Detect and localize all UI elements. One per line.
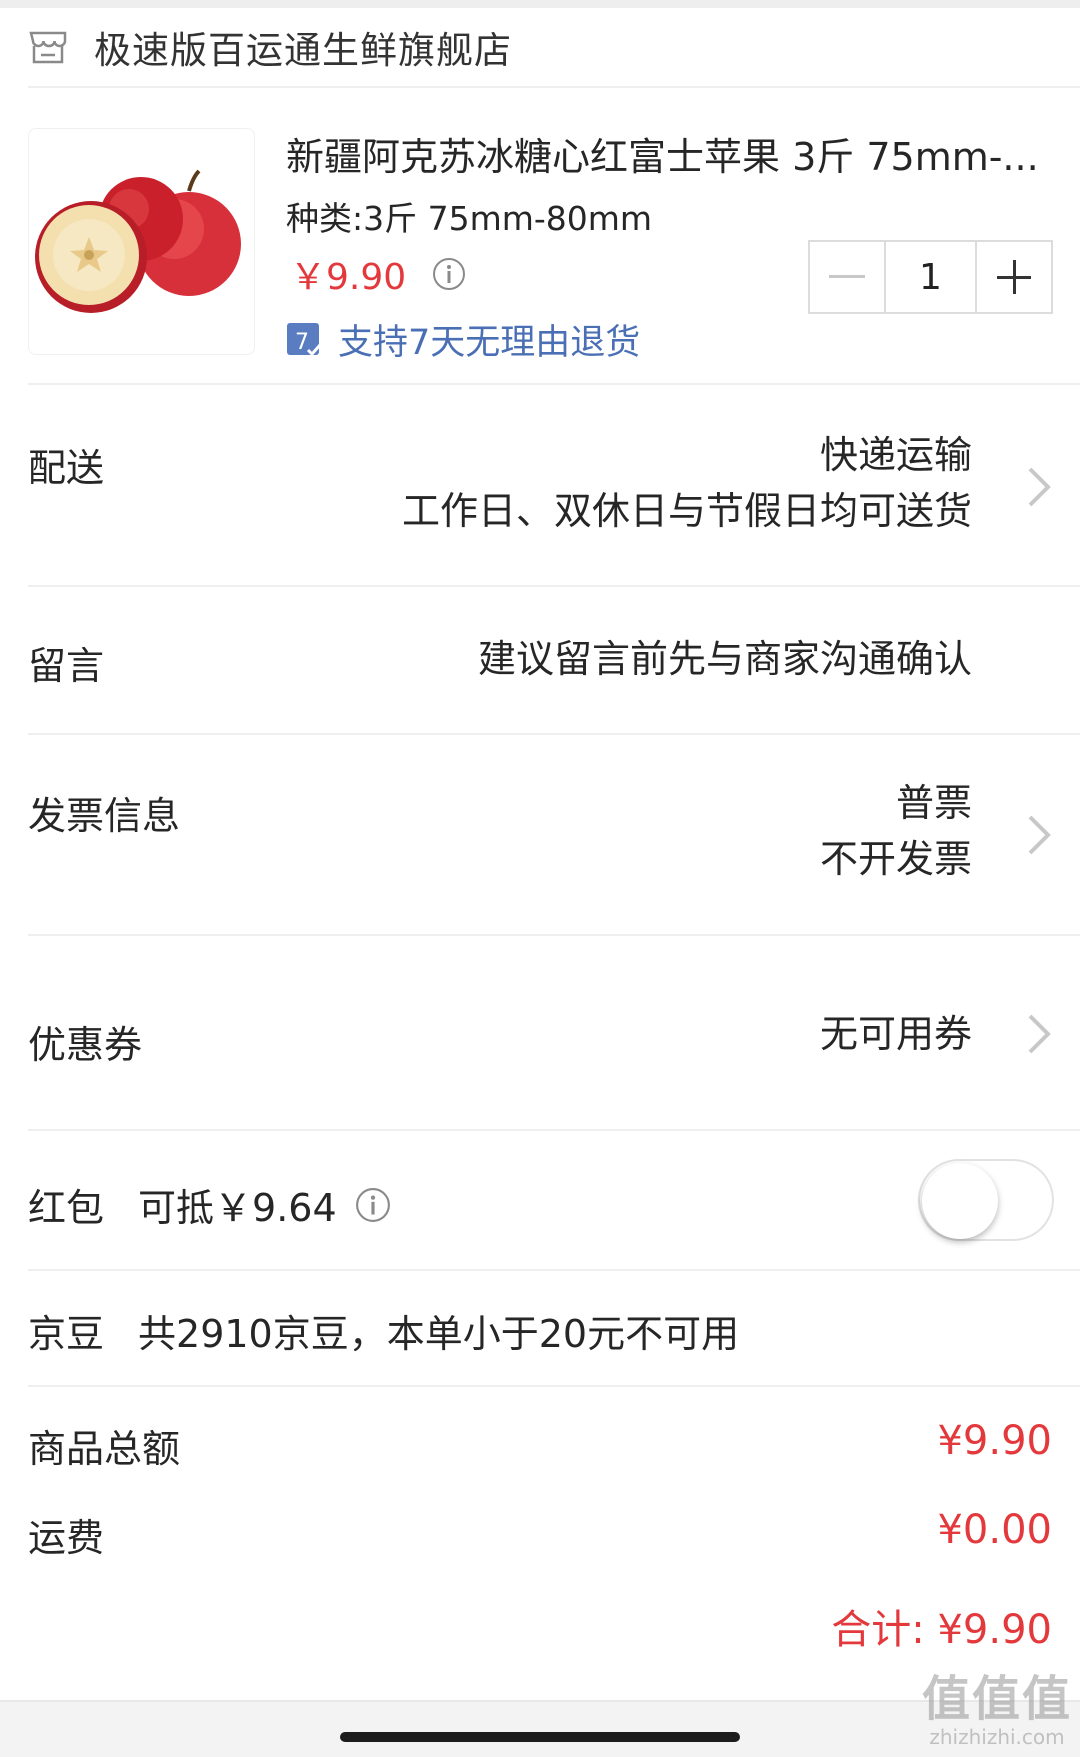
- goods-total-value: ¥9.90: [937, 1418, 1052, 1464]
- jingdou-label-group: 京豆 共2910京豆，本单小于20元不可用: [28, 1303, 739, 1358]
- plus-icon: [997, 260, 1031, 294]
- coupon-row[interactable]: 优惠券 无可用券: [28, 936, 1080, 1131]
- toggle-knob: [922, 1163, 998, 1239]
- minus-icon: [829, 275, 865, 278]
- coupon-label: 优惠券: [28, 1023, 143, 1067]
- watermark-url: zhizhizhi.com: [929, 1725, 1065, 1749]
- watermark: 值值值 zhizhizhi.com: [922, 1659, 1072, 1749]
- shop-name: 极速版百运通生鲜旗舰店: [94, 29, 512, 72]
- message-input[interactable]: 建议留言前先与商家沟通确认: [478, 631, 972, 687]
- order-confirm-page: 极速版百运通生鲜旗舰店 新疆阿克苏冰糖心红富士苹果 3斤 75mm-... 种类…: [0, 0, 1080, 1757]
- red-packet-info-icon[interactable]: [355, 1187, 391, 1223]
- message-row[interactable]: 留言 建议留言前先与商家沟通确认: [28, 587, 1080, 735]
- red-packet-row: 红包 可抵￥9.64: [28, 1131, 1080, 1271]
- shop-header[interactable]: 极速版百运通生鲜旗舰店: [28, 8, 1080, 88]
- return-policy[interactable]: 7 支持7天无理由退货: [286, 314, 640, 365]
- system-navigation-area: [0, 1700, 1080, 1757]
- jingdou-text: 共2910京豆，本单小于20元不可用: [138, 1312, 740, 1356]
- shipping-value: ¥0.00: [937, 1507, 1052, 1553]
- delivery-schedule: 工作日、双休日与节假日均可送货: [401, 489, 972, 533]
- seven-day-return-icon: 7: [286, 322, 322, 358]
- goods-total-label: 商品总额: [28, 1427, 181, 1471]
- message-label: 留言: [28, 644, 105, 688]
- invoice-label: 发票信息: [28, 794, 181, 838]
- increase-quantity-button[interactable]: [977, 242, 1051, 312]
- red-packet-label: 红包: [28, 1186, 105, 1230]
- goods-total-line: 商品总额 ¥9.90: [28, 1418, 1052, 1478]
- jingdou-label: 京豆: [28, 1312, 105, 1356]
- chevron-right-icon: [1028, 1014, 1051, 1054]
- chevron-right-icon: [1028, 815, 1051, 855]
- decrease-quantity-button[interactable]: [810, 242, 884, 312]
- grand-total: 合计: ¥9.90: [831, 1607, 1052, 1653]
- product-card: 新疆阿克苏冰糖心红富士苹果 3斤 75mm-... 种类:3斤 75mm-80m…: [28, 90, 1080, 385]
- invoice-row[interactable]: 发票信息 普票 不开发票: [28, 735, 1080, 936]
- delivery-method: 快递运输: [819, 433, 972, 477]
- delivery-info: 快递运输 工作日、双休日与节假日均可送货: [402, 427, 972, 539]
- invoice-type: 普票: [895, 781, 972, 825]
- product-title[interactable]: 新疆阿克苏冰糖心红富士苹果 3斤 75mm-...: [286, 126, 1076, 181]
- quantity-value[interactable]: 1: [884, 242, 977, 312]
- grand-total-line: 合计: ¥9.90: [28, 1597, 1052, 1657]
- shipping-line: 运费 ¥0.00: [28, 1507, 1052, 1567]
- store-icon: [28, 28, 70, 66]
- red-packet-deduct: 可抵￥9.64: [138, 1186, 337, 1230]
- product-price-value: ￥9.90: [290, 257, 407, 298]
- quantity-stepper[interactable]: 1: [808, 240, 1053, 314]
- shipping-label: 运费: [28, 1516, 105, 1560]
- coupon-value: 无可用券: [819, 1012, 972, 1056]
- product-image[interactable]: [28, 128, 255, 355]
- invoice-status: 不开发票: [819, 837, 972, 881]
- price-info-icon[interactable]: [432, 257, 466, 291]
- delivery-row[interactable]: 配送 快递运输 工作日、双休日与节假日均可送货: [28, 387, 1080, 587]
- invoice-info: 普票 不开发票: [820, 775, 972, 887]
- top-divider: [0, 0, 1080, 8]
- product-spec[interactable]: 种类:3斤 75mm-80mm: [286, 192, 652, 240]
- red-packet-toggle[interactable]: [918, 1159, 1054, 1241]
- chevron-right-icon: [1028, 467, 1051, 507]
- home-indicator[interactable]: [340, 1732, 740, 1742]
- watermark-title: 值值值: [921, 1671, 1072, 1727]
- delivery-label: 配送: [28, 446, 105, 490]
- jingdou-row: 京豆 共2910京豆，本单小于20元不可用: [28, 1271, 1080, 1387]
- return-policy-text: 支持7天无理由退货: [338, 323, 641, 363]
- product-price: ￥9.90: [290, 248, 466, 300]
- svg-text:7: 7: [295, 330, 309, 355]
- red-packet-label-group: 红包 可抵￥9.64: [28, 1177, 391, 1232]
